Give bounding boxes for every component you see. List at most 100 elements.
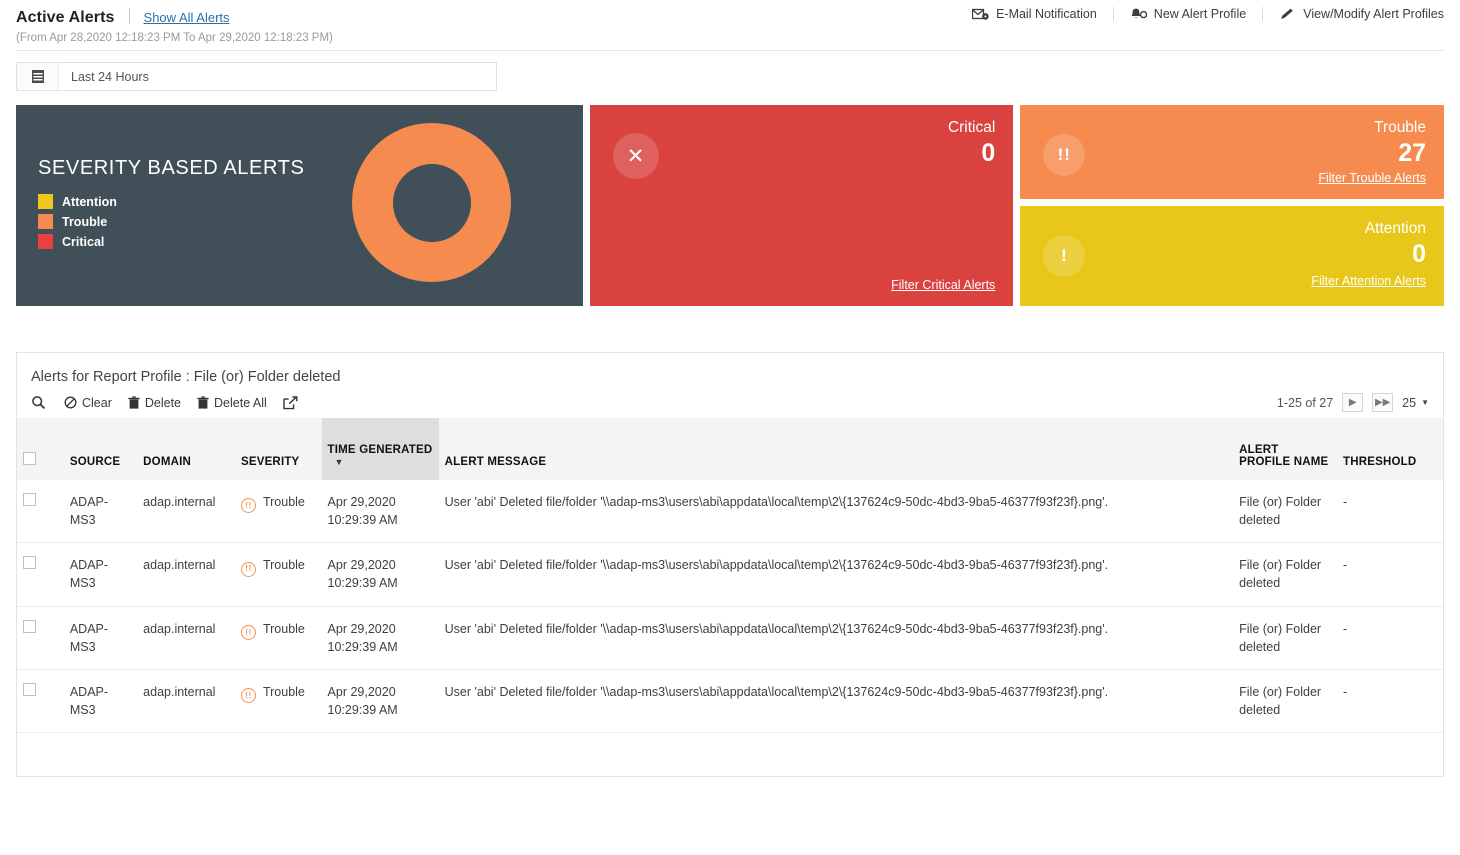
select-all-header — [17, 418, 64, 480]
severity-trouble-icon: !! — [241, 562, 256, 577]
table-row[interactable]: ADAP-MS3 adap.internal !!Trouble Apr 29,… — [17, 480, 1443, 543]
legend-label-critical: Critical — [62, 235, 104, 249]
filter-critical-alerts-link[interactable]: Filter Critical Alerts — [608, 278, 996, 292]
cell-alert-message: User 'abi' Deleted file/folder '\\adap-m… — [439, 669, 1233, 732]
show-all-alerts-link[interactable]: Show All Alerts — [144, 10, 230, 25]
last-page-button[interactable]: ▶▶ — [1372, 393, 1393, 412]
legend-swatch-trouble — [38, 214, 53, 229]
cell-domain: adap.internal — [137, 543, 235, 606]
cell-severity-label: Trouble — [263, 622, 305, 636]
trouble-alerts-card[interactable]: !! Trouble 27 Filter Trouble Alerts — [1020, 105, 1444, 199]
cell-threshold: - — [1337, 543, 1443, 606]
cell-severity: !!Trouble — [235, 669, 322, 732]
search-icon[interactable] — [31, 395, 46, 410]
view-modify-alert-profiles-label: View/Modify Alert Profiles — [1303, 7, 1444, 21]
exclamation-circle-icon: ! — [1043, 235, 1085, 277]
page-title: Active Alerts — [16, 9, 115, 27]
cell-severity-label: Trouble — [263, 685, 305, 699]
x-circle-icon: ✕ — [613, 133, 659, 179]
title-divider — [129, 8, 130, 24]
trouble-card-count: 27 — [1038, 138, 1426, 169]
column-header-alert-message[interactable]: ALERT MESSAGE — [439, 418, 1233, 480]
new-alert-profile-button[interactable]: New Alert Profile — [1113, 7, 1262, 21]
column-header-alert-profile-name[interactable]: ALERT PROFILE NAME — [1233, 418, 1337, 480]
filter-trouble-alerts-link[interactable]: Filter Trouble Alerts — [1038, 171, 1426, 185]
page-size-selector[interactable]: 25 ▼ — [1402, 396, 1429, 410]
right-card-stack: !! Trouble 27 Filter Trouble Alerts ! At… — [1020, 105, 1444, 306]
cell-time-clock: 10:29:39 AM — [328, 701, 433, 719]
severity-legend-area: SEVERITY BASED ALERTS Attention Trouble … — [16, 157, 304, 254]
trash-icon — [128, 396, 140, 410]
cell-time-date: Apr 29,2020 — [328, 493, 433, 511]
column-header-source[interactable]: SOURCE — [64, 418, 137, 480]
cell-source: ADAP-MS3 — [64, 669, 137, 732]
row-select-cell — [17, 543, 64, 606]
next-page-button[interactable]: ▶ — [1342, 393, 1363, 412]
header-divider — [16, 50, 1444, 51]
double-exclamation-circle-icon: !! — [1043, 134, 1085, 176]
attention-card-top: Attention 0 — [1038, 220, 1426, 270]
email-notification-button[interactable]: E-Mail Notification — [956, 7, 1113, 21]
row-checkbox[interactable] — [23, 620, 36, 633]
cell-alert-profile-name: File (or) Folder deleted — [1233, 606, 1337, 669]
table-row[interactable]: ADAP-MS3 adap.internal !!Trouble Apr 29,… — [17, 543, 1443, 606]
cell-severity: !!Trouble — [235, 543, 322, 606]
cell-source: ADAP-MS3 — [64, 480, 137, 543]
donut-ring — [352, 123, 511, 282]
attention-card-label: Attention — [1038, 220, 1426, 239]
row-select-cell — [17, 669, 64, 732]
trash-all-icon — [197, 396, 209, 410]
table-body: ADAP-MS3 adap.internal !!Trouble Apr 29,… — [17, 480, 1443, 733]
row-checkbox[interactable] — [23, 683, 36, 696]
view-modify-alert-profiles-button[interactable]: View/Modify Alert Profiles — [1262, 7, 1444, 21]
attention-alerts-card[interactable]: ! Attention 0 Filter Attention Alerts — [1020, 206, 1444, 306]
cell-alert-message: User 'abi' Deleted file/folder '\\adap-m… — [439, 543, 1233, 606]
critical-card-label: Critical — [608, 119, 996, 138]
cell-time-clock: 10:29:39 AM — [328, 574, 433, 592]
clear-icon — [64, 396, 77, 409]
cell-time-generated: Apr 29,2020 10:29:39 AM — [322, 543, 439, 606]
legend-swatch-critical — [38, 234, 53, 249]
cell-severity-label: Trouble — [263, 495, 305, 509]
delete-button[interactable]: Delete — [128, 396, 181, 410]
cell-domain: adap.internal — [137, 669, 235, 732]
date-range-selector[interactable]: Last 24 Hours — [16, 62, 497, 91]
severity-panel-title: SEVERITY BASED ALERTS — [38, 157, 304, 180]
new-alert-profile-label: New Alert Profile — [1154, 7, 1246, 21]
row-checkbox[interactable] — [23, 556, 36, 569]
alerts-table: SOURCE DOMAIN SEVERITY TIME GENERATED▼ A… — [17, 418, 1443, 733]
filter-bar: Last 24 Hours — [0, 46, 1460, 91]
calendar-icon — [17, 63, 59, 90]
cell-time-generated: Apr 29,2020 10:29:39 AM — [322, 606, 439, 669]
severity-donut-chart[interactable] — [352, 123, 511, 282]
critical-card-top: Critical 0 — [608, 119, 996, 169]
legend-label-trouble: Trouble — [62, 215, 107, 229]
delete-all-label: Delete All — [214, 396, 267, 410]
severity-based-alerts-panel: SEVERITY BASED ALERTS Attention Trouble … — [16, 105, 583, 306]
cell-time-date: Apr 29,2020 — [328, 620, 433, 638]
delete-label: Delete — [145, 396, 181, 410]
critical-alerts-card[interactable]: ✕ Critical 0 Filter Critical Alerts — [590, 105, 1014, 306]
table-row[interactable]: ADAP-MS3 adap.internal !!Trouble Apr 29,… — [17, 669, 1443, 732]
critical-card-count: 0 — [608, 138, 996, 169]
email-notification-icon — [972, 8, 989, 21]
cell-domain: adap.internal — [137, 480, 235, 543]
column-header-domain[interactable]: DOMAIN — [137, 418, 235, 480]
row-checkbox[interactable] — [23, 493, 36, 506]
column-header-severity[interactable]: SEVERITY — [235, 418, 322, 480]
column-header-time-generated[interactable]: TIME GENERATED▼ — [322, 418, 439, 480]
delete-all-button[interactable]: Delete All — [197, 396, 267, 410]
filter-attention-alerts-link[interactable]: Filter Attention Alerts — [1038, 274, 1426, 288]
attention-card-count: 0 — [1038, 239, 1426, 270]
legend-item-trouble: Trouble — [38, 214, 304, 229]
table-header-row: SOURCE DOMAIN SEVERITY TIME GENERATED▼ A… — [17, 418, 1443, 480]
cell-time-date: Apr 29,2020 — [328, 556, 433, 574]
table-row[interactable]: ADAP-MS3 adap.internal !!Trouble Apr 29,… — [17, 606, 1443, 669]
column-header-threshold[interactable]: THRESHOLD — [1337, 418, 1443, 480]
export-icon[interactable] — [283, 396, 298, 410]
cell-time-date: Apr 29,2020 — [328, 683, 433, 701]
select-all-checkbox[interactable] — [23, 452, 36, 465]
clear-button[interactable]: Clear — [64, 396, 112, 410]
cell-alert-profile-name: File (or) Folder deleted — [1233, 543, 1337, 606]
email-notification-label: E-Mail Notification — [996, 7, 1097, 21]
